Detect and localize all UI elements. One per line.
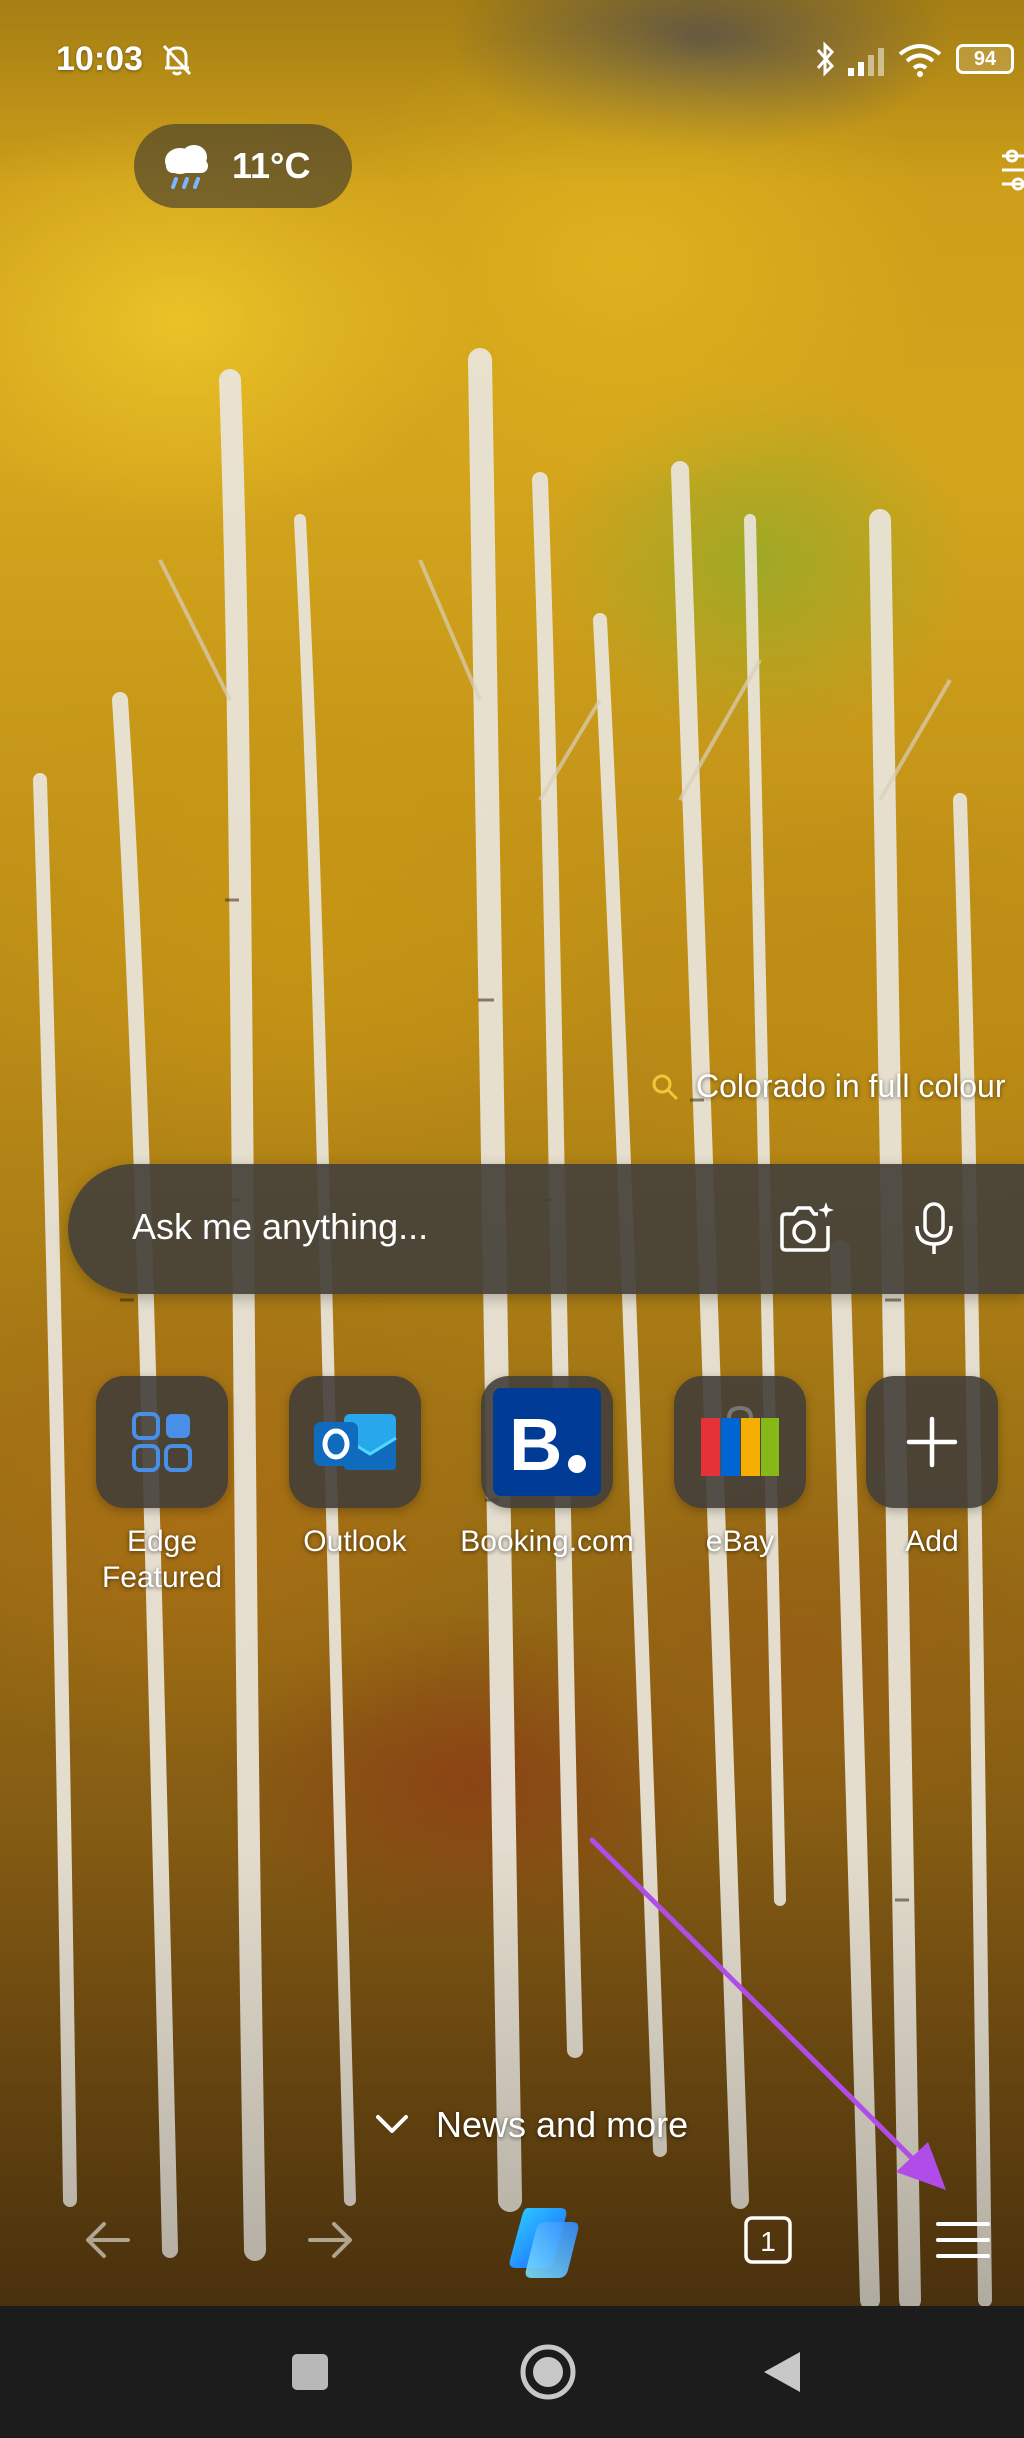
- battery-level: 94: [973, 48, 997, 70]
- cellular-signal-icon: [848, 48, 884, 76]
- browser-bottom-toolbar: 1: [0, 2188, 1024, 2306]
- plus-icon: [906, 1416, 958, 1468]
- top-site-tile: B: [481, 1376, 613, 1508]
- top-site-ebay[interactable]: eBay: [650, 1376, 830, 1560]
- home-icon[interactable]: [518, 2342, 578, 2402]
- background-image-caption[interactable]: Colorado in full colour: [650, 1068, 1006, 1105]
- top-site-tile: [96, 1376, 228, 1508]
- top-site-label: Booking.com: [460, 1525, 634, 1558]
- top-site-tile: [289, 1376, 421, 1508]
- edge-new-tab-screen: 10:03 94 11°C Colorado in full colour As…: [0, 0, 1024, 2438]
- outlook-icon: [314, 1414, 397, 1470]
- top-site-tile: [674, 1376, 806, 1508]
- background-caption-text: Colorado in full colour: [696, 1068, 1006, 1104]
- back-arrow-icon[interactable]: [78, 2210, 138, 2270]
- system-back-icon[interactable]: [760, 2348, 804, 2396]
- bluetooth-icon: [816, 41, 835, 77]
- search-bar[interactable]: Ask me anything...: [68, 1164, 1024, 1294]
- top-site-label: Outlook: [303, 1525, 407, 1558]
- svg-text:B: B: [509, 1403, 562, 1486]
- battery-icon: 94: [956, 44, 1014, 74]
- weather-widget[interactable]: 11°C: [134, 124, 352, 208]
- top-site-add[interactable]: Add: [842, 1376, 1022, 1560]
- status-bar: 10:03 94: [0, 0, 1024, 130]
- top-site-outlook[interactable]: Outlook: [265, 1376, 445, 1560]
- search-input[interactable]: Ask me anything...: [132, 1206, 428, 1248]
- hamburger-menu-icon[interactable]: [932, 2210, 994, 2270]
- wifi-icon: [898, 44, 942, 77]
- chevron-down-icon: [376, 2115, 408, 2133]
- ebay-icon: [701, 1406, 779, 1476]
- tab-count: 1: [760, 2226, 776, 2257]
- recent-apps-icon[interactable]: [290, 2352, 330, 2392]
- system-navigation-bar: [0, 2306, 1024, 2438]
- copilot-icon[interactable]: [498, 2196, 590, 2288]
- top-site-label: eBay: [705, 1525, 775, 1558]
- status-icons: 94: [794, 38, 1024, 84]
- booking-icon: B: [493, 1388, 601, 1496]
- search-icon: [652, 1074, 678, 1099]
- visual-search-camera-icon[interactable]: [774, 1198, 836, 1260]
- news-and-more-label: News and more: [436, 2104, 689, 2145]
- top-site-booking[interactable]: B Booking.com: [457, 1376, 637, 1560]
- weather-temperature: 11°C: [232, 145, 311, 186]
- top-site-edge-featured[interactable]: Edge Featured: [72, 1376, 252, 1596]
- top-site-tile: [866, 1376, 998, 1508]
- tabs-icon[interactable]: 1: [738, 2210, 798, 2270]
- notifications-muted-icon: [162, 44, 192, 76]
- page-settings-icon[interactable]: [998, 148, 1024, 192]
- forward-arrow-icon[interactable]: [300, 2210, 360, 2270]
- edge-featured-grid-icon: [132, 1412, 192, 1472]
- top-site-label: Edge Featured: [101, 1525, 223, 1594]
- top-site-label: Add: [905, 1525, 959, 1558]
- news-and-more-toggle[interactable]: News and more: [374, 2104, 688, 2146]
- microphone-icon[interactable]: [910, 1198, 958, 1260]
- cloud-rain-icon: [165, 145, 208, 189]
- status-time: 10:03: [56, 40, 143, 78]
